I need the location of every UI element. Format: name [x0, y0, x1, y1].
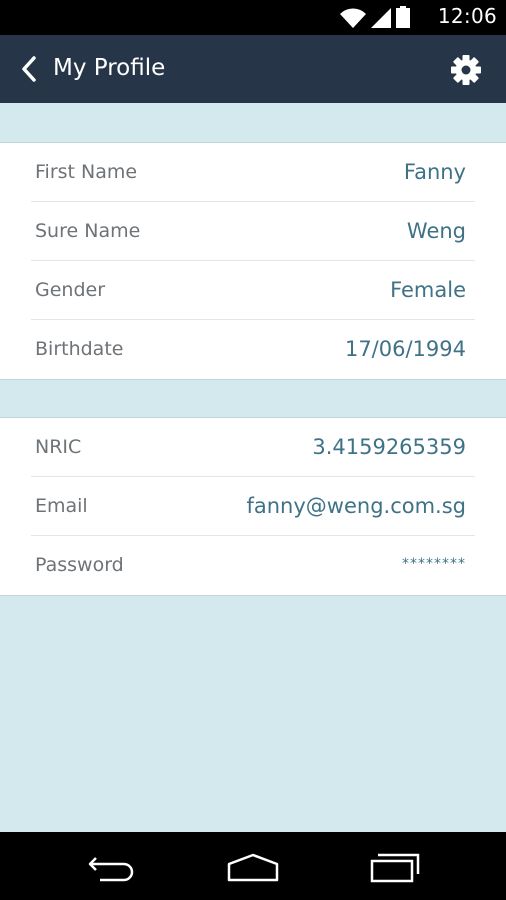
password-label: Password	[35, 554, 124, 576]
status-icons	[340, 6, 410, 28]
app-bar: My Profile	[0, 35, 506, 103]
nric-value: 3.4159265359	[312, 435, 466, 459]
nav-back-button[interactable]	[86, 850, 138, 884]
sure-name-label: Sure Name	[35, 220, 141, 242]
battery-icon	[396, 6, 410, 28]
system-nav-bar	[0, 832, 506, 900]
back-nav-icon	[88, 857, 134, 882]
first-name-value: Fanny	[403, 160, 466, 184]
password-value: ********	[402, 556, 466, 572]
personal-info-section: First Name Fanny Sure Name Weng Gender F…	[0, 142, 506, 380]
nric-label: NRIC	[35, 436, 82, 458]
nav-recents-button[interactable]	[368, 850, 422, 884]
page-title: My Profile	[53, 55, 166, 81]
email-value: fanny@weng.com.sg	[246, 494, 466, 518]
nav-home-button[interactable]	[226, 850, 280, 884]
profile-row-email[interactable]: Email fanny@weng.com.sg	[31, 477, 475, 536]
profile-row-birthdate[interactable]: Birthdate 17/06/1994	[31, 320, 475, 379]
gender-label: Gender	[35, 279, 106, 301]
profile-row-gender[interactable]: Gender Female	[31, 261, 475, 320]
back-button[interactable]	[14, 51, 44, 87]
gender-value: Female	[390, 278, 466, 302]
profile-row-first-name[interactable]: First Name Fanny	[31, 143, 475, 202]
status-bar: 12:06	[0, 0, 506, 35]
profile-row-password[interactable]: Password ********	[31, 536, 475, 595]
email-label: Email	[35, 495, 88, 517]
recents-nav-icon	[370, 853, 420, 883]
chevron-left-icon	[22, 56, 36, 82]
wifi-icon	[340, 8, 366, 28]
birthdate-label: Birthdate	[35, 338, 124, 360]
birthdate-value: 17/06/1994	[344, 337, 466, 361]
first-name-label: First Name	[35, 161, 138, 183]
signal-icon	[371, 8, 391, 28]
profile-row-sure-name[interactable]: Sure Name Weng	[31, 202, 475, 261]
account-info-section: NRIC 3.4159265359 Email fanny@weng.com.s…	[0, 417, 506, 596]
home-nav-icon	[227, 853, 279, 882]
sure-name-value: Weng	[406, 219, 466, 243]
gear-icon	[451, 55, 481, 85]
status-time: 12:06	[437, 4, 497, 28]
settings-button[interactable]	[450, 54, 482, 86]
profile-row-nric[interactable]: NRIC 3.4159265359	[31, 418, 475, 477]
